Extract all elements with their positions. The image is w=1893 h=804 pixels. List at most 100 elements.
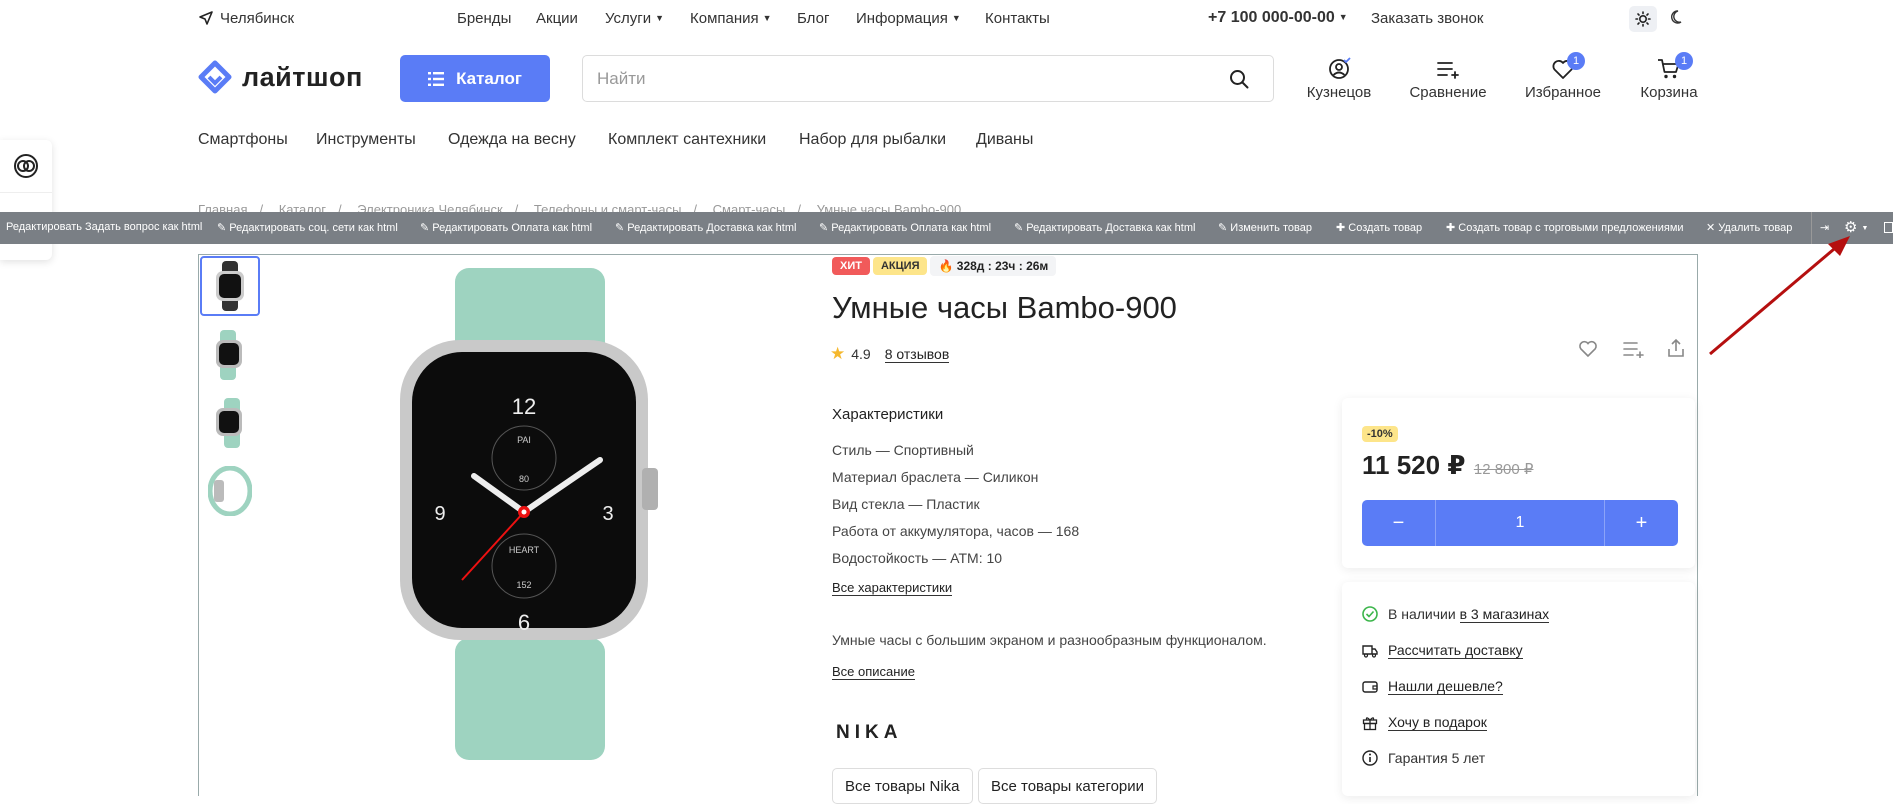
pencil-icon: ✎ [420,222,433,234]
old-price: 12 800 ₽ [1473,461,1534,478]
dark-theme-button[interactable] [1670,9,1686,29]
panel-icon[interactable] [1884,222,1893,233]
product-title: Умные часы Bambo-900 [832,290,1177,325]
search-icon[interactable] [1229,69,1249,89]
cheaper-row: Нашли дешевле? [1362,678,1503,695]
promo-timer: 🔥 328д : 23ч : 26м [930,256,1057,276]
catnav-sofas[interactable]: Диваны [976,131,1033,149]
catnav-smartphones[interactable]: Смартфоны [198,131,288,149]
add-compare-icon[interactable] [1623,340,1645,358]
admin-edit-payment-2[interactable]: ✎ Редактировать Оплата как html [819,221,991,234]
cheaper-link[interactable]: Нашли дешевле? [1388,678,1503,695]
watch-numeral-3: 3 [602,503,613,525]
catalog-button[interactable]: Каталог [400,55,550,102]
catnav-spring-clothes[interactable]: Одежда на весну [448,131,576,149]
watch-face-bpm: 152 [516,580,531,590]
nav-blog[interactable]: Блог [797,10,829,27]
logo[interactable]: лайтшоп [198,60,363,94]
phone-number: +7 100 000-00-00 [1208,9,1335,26]
watch-face-heart: HEART [509,545,540,555]
compare-button[interactable]: Сравнение [1405,54,1491,101]
chip-all-brand[interactable]: Все товары Nika [832,768,973,804]
admin-label: Создать товар [1348,222,1423,234]
location-arrow-icon [199,11,213,25]
thumbnail-4[interactable] [200,461,260,521]
all-specs-link[interactable]: Все характеристики [832,580,953,596]
gift-row: Хочу в подарок [1362,714,1487,731]
stores-link[interactable]: в 3 магазинах [1459,606,1550,623]
product-description: Умные часы с большим экраном и разнообра… [832,632,1267,648]
admin-edit-product[interactable]: ✎ Изменить товар [1218,221,1312,234]
stock-row: В наличии в 3 магазинах [1362,606,1550,623]
compare-icon [1437,62,1459,79]
watch-numeral-6: 6 [518,610,530,635]
phone-dropdown[interactable]: +7 100 000-00-00 ▼ [1208,9,1348,27]
nav-services-label: Услуги [605,10,652,27]
logo-text: лайтшоп [242,61,363,92]
admin-edit-delivery[interactable]: ✎ Редактировать Доставка как html [615,221,796,234]
nav-promos[interactable]: Акции [536,10,578,27]
admin-label: Изменить товар [1230,222,1312,234]
cart-button[interactable]: 1 Корзина [1636,52,1702,101]
quantity-value[interactable]: 1 [1436,500,1604,546]
brand-logo[interactable]: NIKA [836,722,902,744]
admin-label: Редактировать Оплата как html [831,222,992,234]
product-tags: ХИТ АКЦИЯ 🔥 328д : 23ч : 26м [832,256,1059,276]
admin-label: Создать товар с торговыми предложениями [1458,222,1684,234]
price-box: -10% 11 520 ₽ 12 800 ₽ − 1 + [1342,398,1695,568]
watch-numeral-9: 9 [434,503,445,525]
share-icon[interactable] [1667,338,1685,358]
search-input[interactable] [597,69,1197,89]
admin-edit-payment[interactable]: ✎ Редактировать Оплата как html [420,221,592,234]
tag-promo: АКЦИЯ [872,257,928,275]
thumbnail-2[interactable] [200,325,260,385]
favorites-button[interactable]: 1 Избранное [1520,52,1606,101]
nav-brands[interactable]: Бренды [457,10,511,27]
rating-block: ★ 4.9 8 отзывов [830,344,950,364]
nav-company[interactable]: Компания ▼ [690,10,772,27]
discount-badge: -10% [1362,426,1398,442]
catnav-plumbing[interactable]: Комплект сантехники [608,131,766,149]
watch-face-pai: PAI [517,435,531,445]
light-theme-button[interactable] [1629,6,1657,32]
admin-label: Редактировать Доставка как html [627,222,797,234]
account-button[interactable]: Кузнецов [1305,54,1373,101]
price-block: 11 520 ₽ 12 800 ₽ [1362,450,1533,481]
city-selector[interactable]: Челябинск [198,10,294,27]
accessibility-button[interactable] [0,140,52,192]
city-label: Челябинск [220,10,295,27]
callback-link[interactable]: Заказать звонок [1371,10,1483,27]
watch-thumbnail-icon [216,261,244,311]
thumbnail-1[interactable] [200,256,260,316]
chip-all-category[interactable]: Все товары категории [978,768,1158,804]
delivery-link[interactable]: Рассчитать доставку [1388,642,1523,659]
pencil-icon: ✎ [615,222,628,234]
admin-edit-question[interactable]: Редактировать Задать вопрос как html [6,221,202,233]
list-icon [428,71,445,86]
catnav-tools[interactable]: Инструменты [316,131,416,149]
all-description-link[interactable]: Все описание [832,664,915,680]
catnav-fishing[interactable]: Набор для рыбалки [799,131,946,149]
check-circle-icon [1362,606,1378,622]
increase-qty-button[interactable]: + [1604,500,1678,546]
admin-edit-social[interactable]: ✎ Редактировать соц. сети как html [217,221,398,234]
admin-edit-delivery-2[interactable]: ✎ Редактировать Доставка как html [1014,221,1195,234]
cart-badge: 1 [1675,52,1693,70]
nav-info[interactable]: Информация ▼ [856,10,961,27]
nav-services[interactable]: Услуги ▼ [605,10,664,27]
decrease-qty-button[interactable]: − [1362,500,1436,546]
specs-title: Характеристики [832,406,944,423]
admin-toolbar: Редактировать Задать вопрос как html ✎ Р… [0,212,1893,244]
account-label: Кузнецов [1306,84,1372,101]
sun-icon [1635,11,1651,27]
add-favorite-icon[interactable] [1578,340,1598,358]
thumbnail-3[interactable] [200,393,260,453]
pencil-icon: ✎ [1218,222,1231,234]
nav-contacts[interactable]: Контакты [985,10,1050,27]
admin-create-product-offers[interactable]: ✚ Создать товар с торговыми предложениям… [1446,221,1684,234]
fire-icon: 🔥 [938,259,954,273]
reviews-link[interactable]: 8 отзывов [884,346,950,363]
user-icon [1329,57,1351,79]
gift-link[interactable]: Хочу в подарок [1388,714,1487,731]
admin-create-product[interactable]: ✚ Создать товар [1336,221,1422,234]
